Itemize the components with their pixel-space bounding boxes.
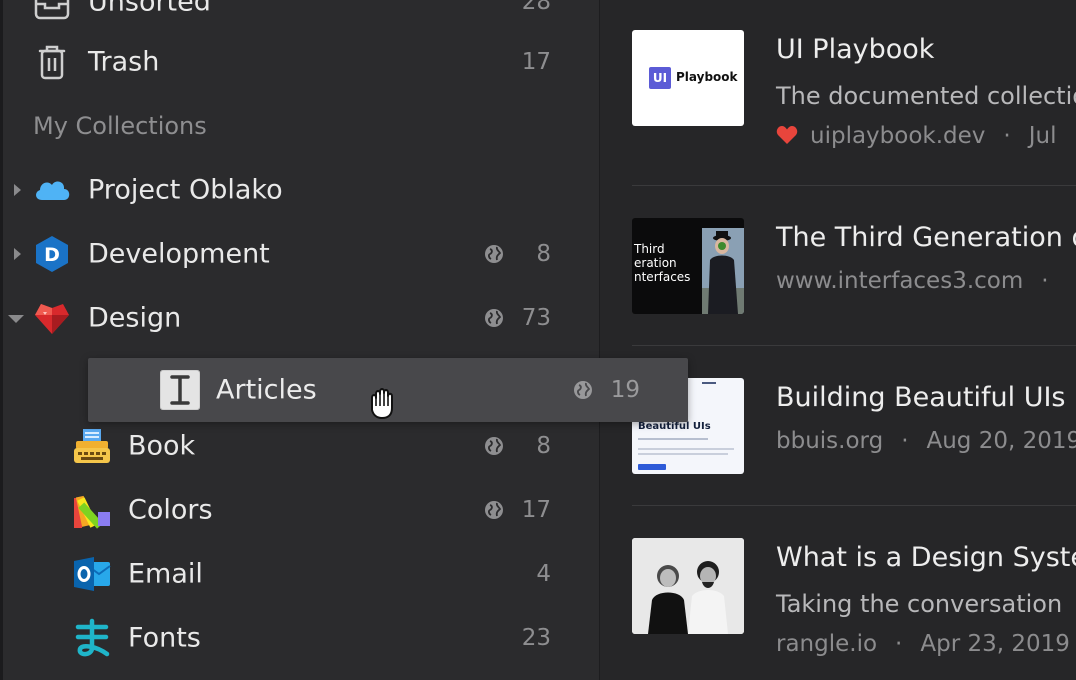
sidebar-item-label: Fonts xyxy=(128,622,201,654)
svg-text:D: D xyxy=(44,244,60,266)
photo-image xyxy=(632,538,744,634)
bookmark-date: Jul xyxy=(1028,123,1057,149)
sidebar-item-label: Trash xyxy=(88,46,160,78)
sidebar-item-label: Colors xyxy=(128,494,213,526)
bookmark-date: Aug 20, 2019 xyxy=(926,428,1076,454)
bookmark-thumbnail: Third eration nterfaces xyxy=(632,218,744,314)
bookmark-item[interactable]: UI Playbook UI Playbook The documented c… xyxy=(632,30,1076,160)
bookmark-domain: www.interfaces3.com xyxy=(776,268,1024,294)
bookmark-title[interactable]: The Third Generation of xyxy=(776,222,1076,253)
item-count: 8 xyxy=(536,241,551,267)
sidebar-item-label: Project Oblako xyxy=(88,174,283,206)
hexagon-d-icon: D xyxy=(36,236,68,272)
bookmark-thumbnail xyxy=(632,538,744,634)
sidebar-item-label: Articles xyxy=(216,374,317,406)
sidebar: Unsorted 28 Trash 17 My Collections Proj… xyxy=(0,0,600,680)
sidebar-item-book[interactable]: Book 8 xyxy=(0,414,599,478)
bookmark-meta: rangle.io · Apr 23, 2019 xyxy=(776,631,1070,657)
sidebar-item-colors[interactable]: Colors 17 xyxy=(0,478,599,542)
sidebar-item-email[interactable]: Email 4 xyxy=(0,542,599,606)
bookmark-thumbnail: UI Playbook xyxy=(632,30,744,126)
sidebar-item-label: Design xyxy=(88,302,182,334)
item-count: 4 xyxy=(536,561,551,587)
bookmark-list: UI Playbook UI Playbook The documented c… xyxy=(600,0,1076,680)
bookmark-title[interactable]: UI Playbook xyxy=(776,34,934,65)
globe-icon xyxy=(485,501,503,519)
bookmark-domain: rangle.io xyxy=(776,631,878,657)
thumb-nav xyxy=(702,382,716,384)
logo-badge: UI xyxy=(649,67,671,89)
expand-caret-icon[interactable] xyxy=(10,247,24,261)
outlook-icon xyxy=(74,557,111,591)
sidebar-item-project-oblako[interactable]: Project Oblako xyxy=(0,158,599,222)
logo-text: Playbook xyxy=(676,70,738,84)
collapse-caret-icon[interactable] xyxy=(7,311,25,325)
divider xyxy=(632,505,1076,506)
bookmark-excerpt: The documented collection xyxy=(776,82,1076,110)
thumb-heading: Third eration nterfaces xyxy=(634,242,691,284)
sidebar-item-label: Unsorted xyxy=(88,0,211,18)
sidebar-item-label: Development xyxy=(88,238,270,270)
trash-icon xyxy=(38,45,66,80)
item-count: 19 xyxy=(610,377,640,403)
bookmark-excerpt: Taking the conversation xyxy=(776,590,1063,618)
bookmark-item[interactable]: Beautiful UIs Building Beautiful UIs bbu… xyxy=(632,378,1076,488)
sidebar-item-development[interactable]: D Development 8 xyxy=(0,222,599,286)
hiragana-ma-icon xyxy=(75,618,110,657)
bookmark-title[interactable]: What is a Design System xyxy=(776,542,1076,573)
bookmark-domain: uiplaybook.dev xyxy=(810,123,986,149)
heart-gem-icon xyxy=(35,304,69,334)
section-title: My Collections xyxy=(33,112,207,140)
bookmark-meta: www.interfaces3.com · xyxy=(776,268,1049,294)
globe-icon xyxy=(485,437,503,455)
divider xyxy=(632,185,1076,186)
bookmark-meta: bbuis.org · Aug 20, 2019 xyxy=(776,428,1076,454)
color-swatches-icon xyxy=(74,495,110,529)
painting-image xyxy=(702,228,744,314)
typewriter-icon xyxy=(74,429,110,463)
bookmark-date: Apr 23, 2019 xyxy=(920,631,1070,657)
sidebar-item-unsorted[interactable]: Unsorted 28 xyxy=(0,0,599,34)
sidebar-item-trash[interactable]: Trash 17 xyxy=(0,30,599,94)
sidebar-item-design[interactable]: Design 73 xyxy=(0,286,599,350)
bookmark-item[interactable]: What is a Design System Taking the conve… xyxy=(632,538,1076,680)
text-cursor-icon xyxy=(160,370,200,410)
sidebar-item-label: Email xyxy=(128,558,203,590)
expand-caret-icon[interactable] xyxy=(10,183,24,197)
bookmark-domain: bbuis.org xyxy=(776,428,884,454)
sidebar-item-label: Book xyxy=(128,430,196,462)
cloud-icon xyxy=(36,181,70,200)
item-count: 8 xyxy=(536,433,551,459)
item-count: 17 xyxy=(521,49,551,75)
app-window: Unsorted 28 Trash 17 My Collections Proj… xyxy=(0,0,1076,680)
globe-icon xyxy=(485,245,503,263)
bookmark-item[interactable]: Third eration nterfaces The Third Genera… xyxy=(632,218,1076,328)
thumb-text-line xyxy=(638,453,728,455)
item-count: 73 xyxy=(521,305,551,331)
thumb-button xyxy=(638,464,666,470)
divider xyxy=(632,345,1076,346)
heart-icon xyxy=(776,126,798,144)
grab-hand-cursor-icon xyxy=(371,388,393,419)
item-count: 28 xyxy=(521,0,551,15)
globe-icon xyxy=(485,309,503,327)
thumb-text-line xyxy=(638,438,708,440)
thumb-heading: Beautiful UIs xyxy=(638,421,711,432)
item-count: 17 xyxy=(521,497,551,523)
bookmark-title[interactable]: Building Beautiful UIs xyxy=(776,382,1066,413)
sidebar-item-fonts[interactable]: Fonts 23 xyxy=(0,606,599,670)
bookmark-meta: uiplaybook.dev · Jul xyxy=(776,123,1056,149)
inbox-icon xyxy=(34,0,70,20)
thumb-text-line xyxy=(638,448,734,450)
globe-icon xyxy=(574,381,592,399)
item-count: 23 xyxy=(521,625,551,651)
